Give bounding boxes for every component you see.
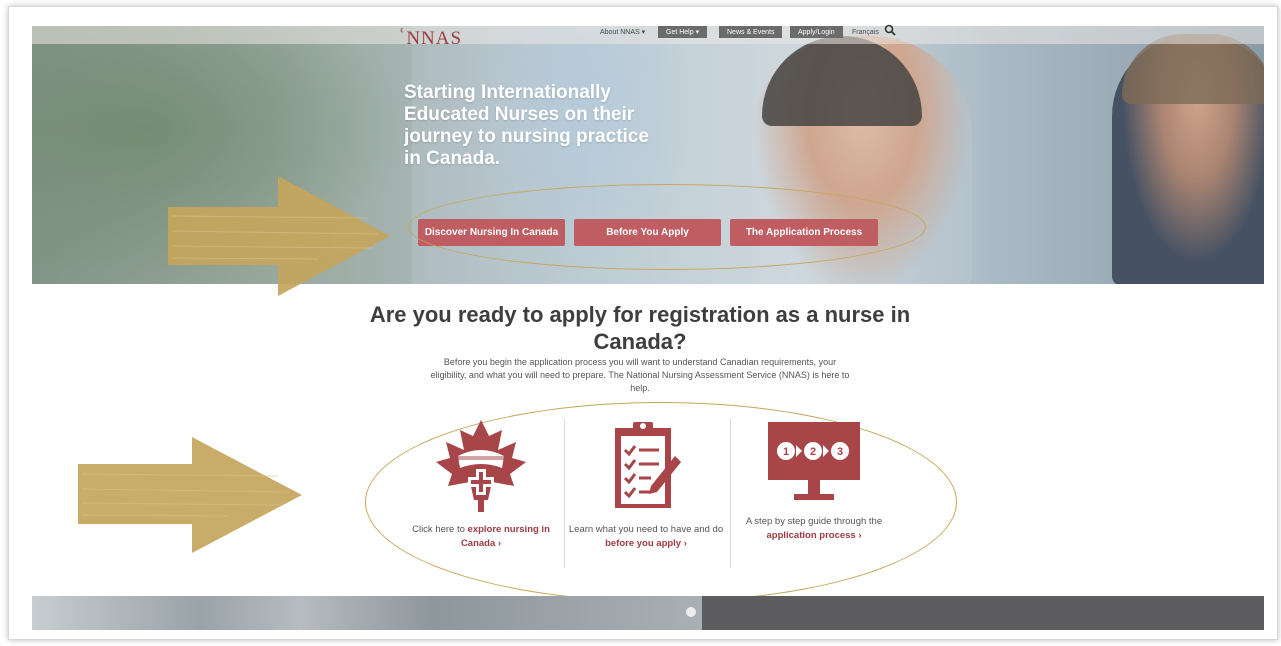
- hero-headline: Starting Internationally Educated Nurses…: [404, 82, 649, 169]
- application-process-link[interactable]: application process ›: [766, 530, 861, 541]
- bottom-carousel: [32, 596, 1264, 630]
- annotation-arrow-top: [168, 176, 390, 296]
- annotation-ellipse-top: [408, 184, 926, 270]
- nav-about[interactable]: About NNAS ▾: [600, 26, 645, 38]
- section-heading: Are you ready to apply for registration …: [369, 302, 911, 354]
- nav-apply-login[interactable]: Apply/Login: [790, 26, 843, 38]
- column-divider: [730, 418, 731, 568]
- section-intro: Before you begin the application process…: [430, 357, 850, 393]
- explore-nursing-link[interactable]: explore nursing in Canada ›: [461, 524, 550, 549]
- clipboard-checklist-icon: [615, 422, 681, 508]
- maple-leaf-nurse-cap-icon: [436, 420, 526, 512]
- step-three-label: 3: [837, 446, 843, 458]
- step-one-label: 1: [783, 446, 789, 458]
- card-text: Click here to: [412, 524, 468, 535]
- before-you-apply-card[interactable]: Learn what you need to have and do befor…: [566, 420, 726, 551]
- carousel-dot[interactable]: [686, 607, 696, 617]
- carousel-image: [32, 596, 702, 630]
- column-divider: [564, 418, 565, 568]
- nav-get-help[interactable]: Get Help ▾: [658, 26, 708, 38]
- card-text: Learn what you need to have and do: [568, 524, 724, 535]
- monitor-steps-icon: 1 2 3: [768, 422, 860, 500]
- before-you-apply-link[interactable]: before you apply ›: [605, 538, 687, 549]
- application-process-card[interactable]: 1 2 3 A step by step guide through the a…: [734, 420, 894, 543]
- step-two-label: 2: [810, 446, 816, 458]
- nav-news-events[interactable]: News & Events: [719, 26, 783, 38]
- card-text: A step by step guide through the: [745, 516, 883, 527]
- annotation-arrow-bottom: [78, 437, 302, 553]
- top-navigation-bar: [32, 26, 1264, 44]
- site-logo[interactable]: ʿNNAS: [398, 24, 462, 50]
- explore-nursing-card[interactable]: Click here to explore nursing in Canada …: [401, 420, 561, 551]
- nav-language-toggle[interactable]: Français: [852, 26, 879, 38]
- search-icon[interactable]: [884, 24, 896, 36]
- carousel-panel: [702, 596, 1264, 630]
